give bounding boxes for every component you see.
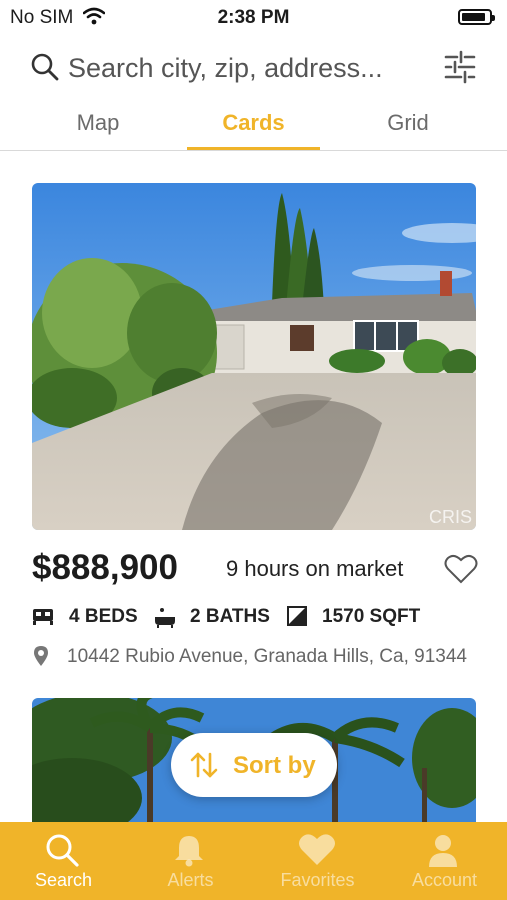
listing-photo[interactable]: CRIS xyxy=(32,183,476,530)
address-text: 10442 Rubio Avenue, Granada Hills, Ca, 9… xyxy=(67,646,467,667)
listing-price: $888,900 xyxy=(32,548,178,587)
bottom-tab-label: Favorites xyxy=(280,870,355,890)
house-photo xyxy=(32,183,476,530)
tab-map[interactable]: Map xyxy=(60,110,136,136)
heart-icon xyxy=(299,834,335,865)
search-bar[interactable]: Search city, zip, address... xyxy=(0,40,507,96)
photo-watermark: CRIS xyxy=(428,507,472,527)
bottom-tab-bar: Search Alerts Favorites Account xyxy=(0,822,507,900)
tab-active-indicator xyxy=(187,147,320,150)
bottom-tab-label: Account xyxy=(411,870,478,890)
tab-cards[interactable]: Cards xyxy=(187,110,320,136)
bottom-tab-label: Search xyxy=(34,870,93,890)
bottom-tab-alerts[interactable]: Alerts xyxy=(127,822,254,900)
area-icon xyxy=(287,606,307,626)
person-icon xyxy=(429,835,457,867)
location-pin-icon xyxy=(34,646,48,666)
clock: 2:38 PM xyxy=(217,7,290,28)
sort-arrows-icon xyxy=(190,752,218,778)
search-icon xyxy=(31,53,59,81)
bottom-tab-account[interactable]: Account xyxy=(381,822,507,900)
baths-label: 2 BATHS xyxy=(190,606,270,627)
sort-label: Sort by xyxy=(233,752,316,779)
bottom-tab-label: Alerts xyxy=(167,870,214,890)
market-time: 9 hours on market xyxy=(226,556,404,581)
sliders-icon[interactable] xyxy=(443,50,477,84)
status-bar: No SIM 2:38 PM xyxy=(0,0,507,34)
search-input[interactable]: Search city, zip, address... xyxy=(68,53,383,84)
bell-icon xyxy=(175,836,203,867)
search-icon xyxy=(46,834,79,867)
bed-icon xyxy=(33,609,53,625)
bottom-tab-favorites[interactable]: Favorites xyxy=(254,822,381,900)
tab-grid[interactable]: Grid xyxy=(370,110,446,136)
view-tabs: Map Cards Grid xyxy=(0,104,507,151)
battery-icon xyxy=(458,9,495,25)
sqft-label: 1570 SQFT xyxy=(322,606,421,627)
beds-label: 4 BEDS xyxy=(69,606,138,627)
bottom-tab-search[interactable]: Search xyxy=(0,822,127,900)
heart-outline-icon[interactable] xyxy=(444,553,478,585)
sort-button[interactable]: Sort by xyxy=(171,733,337,797)
bathtub-icon xyxy=(155,608,175,628)
